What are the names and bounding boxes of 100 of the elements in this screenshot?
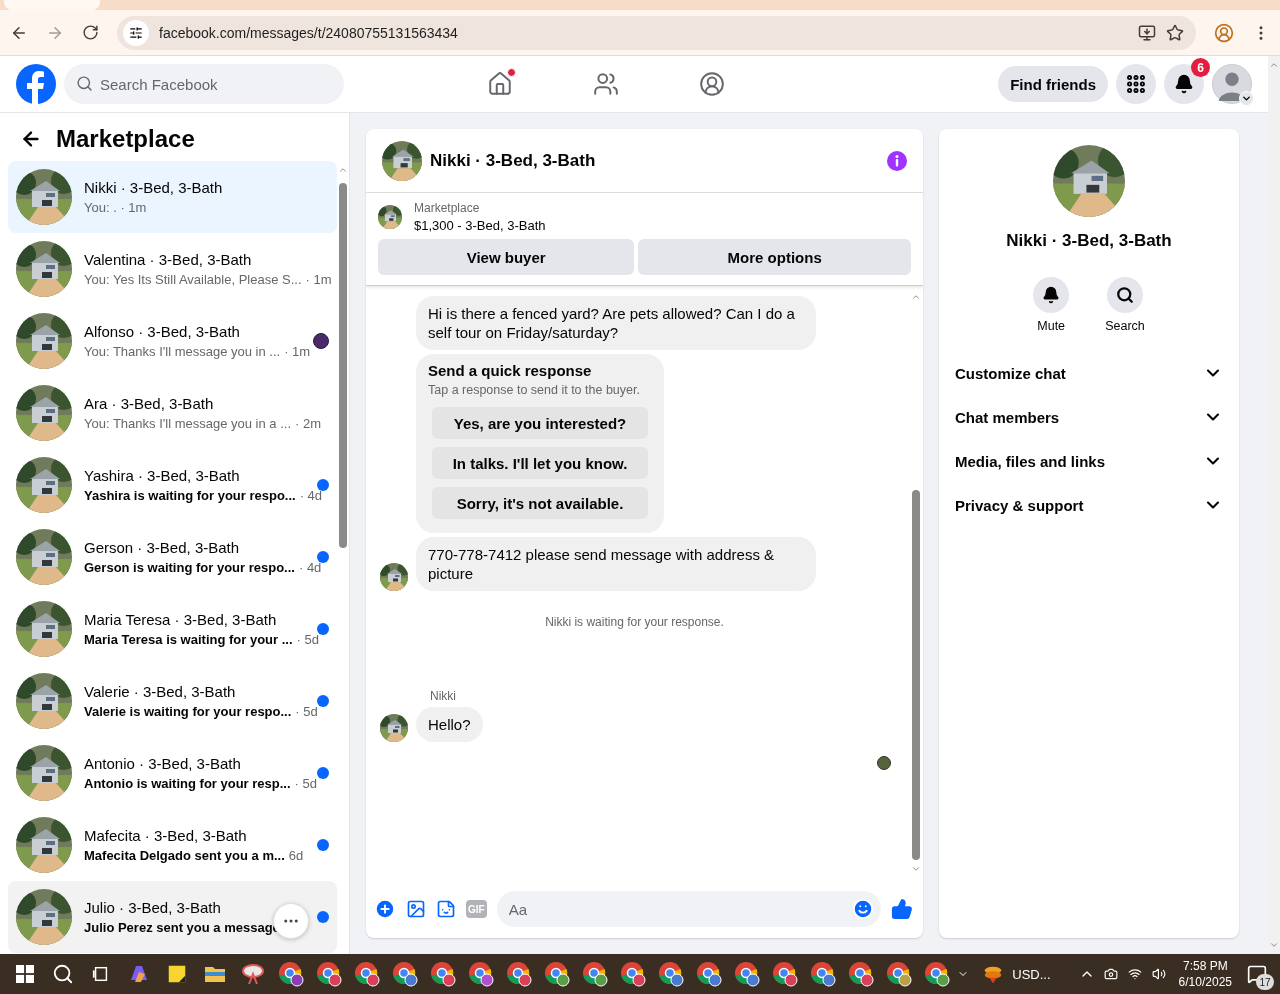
conversation-item[interactable]: Mafecita · 3-Bed, 3-Bath Mafecita Delgado sent you a m... 6d	[8, 809, 337, 881]
quick-response-title: Send a quick response	[428, 362, 593, 379]
message-preview: You: . · 1m	[84, 200, 147, 215]
clock[interactable]: 7:58 PM 6/10/2025	[1170, 958, 1240, 990]
message-time: 6d	[288, 848, 304, 863]
address-bar[interactable]: facebook.com/messages/t/24080755131563434	[117, 15, 1196, 50]
message-preview: Mafecita Delgado sent you a m...	[84, 848, 285, 863]
conversation-name: Mafecita · 3-Bed, 3-Bath	[84, 827, 248, 844]
gaming-icon[interactable]	[699, 71, 726, 97]
message-time: · 5d	[296, 632, 319, 647]
unread-dot	[317, 839, 329, 851]
conversation-item[interactable]: Valentina · 3-Bed, 3-Bath You: Yes Its Still Available, Please S... · 1m	[8, 233, 337, 305]
logo-icon[interactable]	[16, 64, 56, 104]
conversation-item[interactable]: Maria Teresa · 3-Bed, 3-Bath Maria Teresa is waiting for your ... · 5d	[8, 593, 337, 665]
quick-response-button[interactable]: In talks. I'll let you know.	[432, 447, 648, 479]
message-time: · 4d	[299, 488, 323, 503]
unread-dot	[317, 479, 329, 491]
search-icon[interactable]	[1107, 277, 1143, 313]
read-receipt-avatar	[877, 756, 891, 770]
message-preview: Maria Teresa is waiting for your ...	[84, 632, 293, 647]
add-icon[interactable]	[374, 898, 396, 920]
emoji-icon[interactable]	[852, 898, 874, 920]
section-header[interactable]: Customize chat	[947, 351, 1231, 395]
message-time: · 5d	[294, 776, 317, 791]
home-icon[interactable]	[487, 71, 514, 97]
thumbs-up-icon[interactable]	[891, 898, 913, 920]
conversation-name: Nikki · 3-Bed, 3-Bath	[84, 179, 224, 196]
conversation-name: Maria Teresa · 3-Bed, 3-Bath	[84, 611, 278, 628]
bell-icon[interactable]	[1033, 277, 1070, 313]
message-time: · 1m	[284, 344, 311, 359]
unread-dot	[317, 767, 329, 779]
search-action[interactable]: Search	[1105, 277, 1145, 333]
reload-icon[interactable]	[82, 24, 99, 41]
conversation-name: Valerie · 3-Bed, 3-Bath	[84, 683, 237, 700]
message-preview: You: Thanks I'll message you in ...	[84, 344, 281, 359]
conversation-item[interactable]: Gerson · 3-Bed, 3-Bath Gerson is waiting for your respo... · 4d	[8, 521, 337, 593]
conversation-item[interactable]: Ara · 3-Bed, 3-Bath You: Thanks I'll message you in a ... · 2m	[8, 377, 337, 449]
message-preview: You: Thanks I'll message you in a ...	[84, 416, 291, 431]
message-input[interactable]: Aa	[496, 891, 881, 927]
conversation-item[interactable]: Antonio · 3-Bed, 3-Bath Antonio is waiting for your resp... · 5d	[8, 737, 337, 809]
sidebar-title: Marketplace	[56, 125, 195, 153]
conversation-item[interactable]: Yashira · 3-Bed, 3-Bath Yashira is waiting for your respo... · 4d	[8, 449, 337, 521]
find-friends-button[interactable]: Find friends	[998, 66, 1108, 102]
bell-icon	[1174, 74, 1194, 94]
conversation-name: Yashira · 3-Bed, 3-Bath	[84, 467, 241, 484]
conversation-name: Gerson · 3-Bed, 3-Bath	[84, 539, 241, 556]
message-time: · 1m	[305, 272, 332, 287]
conversation-name: Julio · 3-Bed, 3-Bath	[84, 899, 222, 916]
conversation-name: Valentina · 3-Bed, 3-Bath	[84, 251, 253, 268]
apps-grid-icon[interactable]	[1116, 64, 1156, 104]
photo-icon[interactable]	[406, 899, 426, 919]
notifications-button[interactable]	[1164, 64, 1204, 104]
contact-name: Nikki · 3-Bed, 3-Bath	[1006, 231, 1172, 251]
conversation-name: Antonio · 3-Bed, 3-Bath	[84, 755, 242, 772]
site-settings-icon[interactable]	[123, 19, 149, 46]
conversation-name: Ara · 3-Bed, 3-Bath	[84, 395, 215, 412]
install-app-icon[interactable]	[1138, 23, 1156, 42]
message-preview: Gerson is waiting for your respo...	[84, 560, 295, 575]
search-field[interactable]: Search Facebook	[64, 64, 344, 104]
search-icon	[76, 75, 93, 92]
url-text: facebook.com/messages/t/24080755131563434	[159, 24, 459, 41]
action-button[interactable]: View buyer	[378, 239, 635, 275]
profile-icon[interactable]	[1214, 22, 1234, 43]
message-preview: You: Yes Its Still Available, Please S...	[84, 272, 302, 287]
notification-count-badge: 6	[1191, 58, 1210, 77]
unread-dot	[317, 911, 329, 923]
action-button[interactable]: More options	[638, 239, 911, 275]
friends-icon[interactable]	[593, 71, 620, 97]
message-preview: Valerie is waiting for your respo...	[84, 704, 292, 719]
conversation-name: Alfonso · 3-Bed, 3-Bath	[84, 323, 241, 340]
message-preview: Antonio is waiting for your resp...	[84, 776, 291, 791]
sticker-icon[interactable]	[436, 899, 456, 919]
message-bubble: 770-778-7412 please send message with address & picture	[416, 537, 816, 591]
message-time: · 2m	[295, 416, 321, 431]
listing-label: Marketplace	[414, 201, 481, 215]
info-icon[interactable]	[887, 150, 907, 171]
section-header[interactable]: Chat members	[947, 395, 1231, 439]
conversation-item[interactable]: Alfonso · 3-Bed, 3-Bath You: Thanks I'll message you in ... · 1m	[8, 305, 337, 377]
scrollbar-thumb[interactable]	[339, 183, 347, 548]
quick-response-button[interactable]: Yes, are you interested?	[432, 407, 648, 439]
unread-dot	[317, 623, 329, 635]
conversation-item[interactable]: Valerie · 3-Bed, 3-Bath Valerie is waiting for your respo... · 5d	[8, 665, 337, 737]
message-bubble: Hi is there a fenced yard? Are pets allowed? Can I do a self tour on Friday/saturday?	[416, 296, 816, 350]
quick-response-hint: Tap a response to send it to the buyer.	[428, 383, 641, 397]
listing-title: $1,300 - 3-Bed, 3-Bath	[414, 218, 546, 233]
section-header[interactable]: Media, files and links	[947, 439, 1231, 483]
bookmark-star-icon[interactable]	[1166, 23, 1184, 42]
section-header[interactable]: Privacy & support	[947, 483, 1231, 527]
scrollbar-thumb[interactable]	[912, 490, 920, 860]
mute-action[interactable]: Mute	[1033, 277, 1070, 333]
unread-dot	[317, 551, 329, 563]
account-avatar[interactable]	[1212, 64, 1252, 104]
conversation-item[interactable]: Nikki · 3-Bed, 3-Bath You: . · 1m	[8, 161, 337, 233]
message-bubble: Hello?	[416, 707, 483, 742]
sender-name: Nikki	[430, 689, 457, 703]
message-preview: Yashira is waiting for your respo...	[84, 488, 296, 503]
status-notice: Nikki is waiting for your response.	[545, 615, 725, 629]
currency-widget-text[interactable]: USD...	[1012, 966, 1051, 982]
quick-response-button[interactable]: Sorry, it's not available.	[432, 487, 648, 519]
unread-dot	[317, 695, 329, 707]
